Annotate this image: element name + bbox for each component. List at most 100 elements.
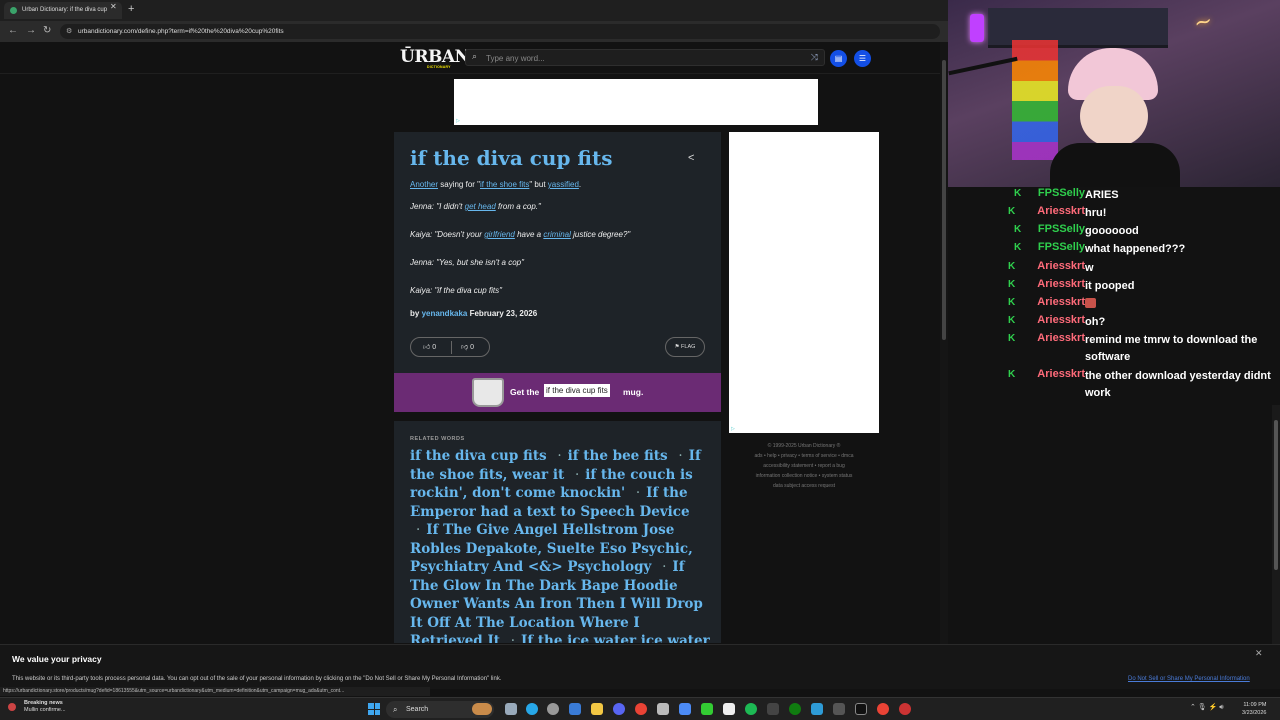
folder-icon[interactable]: [591, 703, 603, 715]
chrome-icon[interactable]: [877, 703, 889, 715]
chat-username[interactable]: Ariesskrt: [1037, 260, 1085, 272]
app-icon[interactable]: [767, 703, 779, 715]
chat-username[interactable]: Ariesskrt: [1037, 314, 1085, 326]
app-icon[interactable]: [569, 703, 581, 715]
author-link[interactable]: yenandkaka: [422, 309, 468, 318]
side-ad-banner[interactable]: ▷: [729, 132, 879, 433]
related-word-link[interactable]: if the diva cup fits: [410, 448, 547, 464]
file-explorer-icon[interactable]: [505, 703, 517, 715]
chat-username[interactable]: Ariesskrt: [1037, 296, 1085, 308]
search-input[interactable]: [486, 52, 786, 64]
chat-username[interactable]: FPSSelly: [1038, 241, 1085, 253]
discord-icon[interactable]: [613, 703, 625, 715]
ad-choices-icon[interactable]: ▷: [731, 426, 735, 432]
meaning-link[interactable]: Another: [410, 180, 438, 189]
site-logo[interactable]: ŪRBAN DICTIONARY: [400, 47, 470, 69]
chat-text: gooooood: [1085, 225, 1139, 237]
widget-image-icon[interactable]: [472, 703, 492, 715]
new-tab-icon[interactable]: +: [128, 3, 134, 15]
notepad-icon[interactable]: [723, 703, 735, 715]
app-icon[interactable]: [833, 703, 845, 715]
chat-text: remind me tmrw to download the software: [1085, 334, 1258, 363]
news-widget[interactable]: Breaking news Mullin confirme...: [8, 700, 66, 714]
ad-choices-icon[interactable]: ▷: [456, 118, 460, 124]
chat-badge-icon: K: [1014, 188, 1022, 199]
random-word-icon[interactable]: ⤨: [811, 52, 818, 63]
chat-username[interactable]: Ariesskrt: [1037, 278, 1085, 290]
reload-icon[interactable]: ↻: [43, 25, 51, 36]
app-icon[interactable]: [855, 703, 867, 715]
footer-links[interactable]: information collection notice • system s…: [729, 471, 879, 481]
chat-username[interactable]: FPSSelly: [1038, 187, 1085, 199]
stream-chat: K FPSSelly ARIES K Ariesskrt hru! K FPSSelly goo…: [948, 187, 1275, 405]
close-tab-icon[interactable]: ✕: [110, 2, 117, 11]
chrome-icon[interactable]: [635, 703, 647, 715]
close-icon[interactable]: ✕: [1255, 648, 1263, 659]
downvote-button[interactable]: 👎︎ 0: [461, 342, 474, 351]
definition-word[interactable]: if the diva cup fits: [410, 146, 612, 170]
mug-promo-banner[interactable]: Get the if the diva cup fits mug.: [394, 373, 721, 412]
chat-username[interactable]: Ariesskrt: [1037, 205, 1085, 217]
chat-text: [1085, 296, 1273, 313]
forward-icon[interactable]: →: [26, 25, 36, 36]
example-line: Jenna: "I didn't get head from a cop.": [410, 202, 710, 230]
chat-username[interactable]: Ariesskrt: [1037, 368, 1085, 380]
taskbar-clock[interactable]: 11:09 PM 3/23/2026: [1242, 701, 1266, 717]
streamer-body: [1050, 143, 1180, 187]
status-bar-url: https://urbandictionary.store/products/m…: [0, 687, 430, 696]
news-title: Breaking news: [24, 700, 63, 706]
do-not-sell-link[interactable]: Do Not Sell or Share My Personal Informa…: [1128, 676, 1250, 682]
footer-links[interactable]: ads • help • privacy • terms of service …: [729, 451, 879, 461]
url-field[interactable]: ⚙ urbandictionary.com/define.php?term=if…: [60, 24, 940, 39]
store-button[interactable]: ▤: [830, 50, 847, 67]
app-icon[interactable]: [657, 703, 669, 715]
logo-subtitle: DICTIONARY: [427, 65, 451, 69]
mug-get-text: Get the: [510, 387, 540, 397]
example-link[interactable]: girlfriend: [484, 230, 515, 239]
downvote-count: 0: [470, 344, 474, 351]
related-word-link[interactable]: if the bee fits: [568, 448, 668, 464]
system-tray[interactable]: ⌃ 🎙︎ ⚡ 🔊︎: [1190, 703, 1224, 712]
footer-links[interactable]: accessibility statement • report a bug: [729, 461, 879, 471]
address-bar: ← → ↻ ⚙ urbandictionary.com/define.php?t…: [0, 21, 948, 42]
meaning-text: saying for ": [438, 180, 480, 189]
example-link[interactable]: get head: [465, 202, 496, 211]
definition-example: Jenna: "I didn't get head from a cop." K…: [410, 202, 710, 314]
share-icon[interactable]: <: [688, 152, 694, 164]
webcam-mic-arm: [948, 56, 1018, 76]
webcam-overlay: ~: [948, 0, 1280, 187]
related-word-link[interactable]: If The Give Angel Hellstrom Jose Robles …: [410, 522, 693, 575]
site-info-icon[interactable]: ⚙: [66, 24, 72, 39]
menu-button[interactable]: ☰: [854, 50, 871, 67]
chat-badge-icon: K: [1008, 333, 1016, 344]
chat-badge-icon: K: [1008, 261, 1016, 272]
page-scrollbar-thumb[interactable]: [942, 60, 946, 340]
webcam-neon-logo: [970, 14, 984, 42]
spotify-icon[interactable]: [745, 703, 757, 715]
chat-scrollbar-thumb[interactable]: [1274, 420, 1278, 570]
meaning-link[interactable]: yassified: [548, 180, 579, 189]
mug-end-text: mug.: [623, 387, 644, 397]
chat-badge-icon: K: [1008, 206, 1016, 217]
calculator-icon[interactable]: [701, 703, 713, 715]
chat-username[interactable]: Ariesskrt: [1037, 332, 1085, 344]
edge-icon[interactable]: [526, 703, 538, 715]
meaning-text: .: [578, 180, 582, 189]
back-icon[interactable]: ←: [8, 25, 18, 36]
upvote-button[interactable]: 👍︎ 0: [423, 342, 436, 351]
browser-tab[interactable]: Urban Dictionary: if the diva cup: [4, 2, 122, 19]
shield-icon[interactable]: [679, 703, 691, 715]
settings-icon[interactable]: [547, 703, 559, 715]
meaning-link[interactable]: if the shoe fits: [480, 180, 529, 189]
windows-start-icon[interactable]: [368, 703, 380, 715]
xbox-icon[interactable]: [789, 703, 801, 715]
flag-button[interactable]: ⚑ FLAG: [665, 337, 705, 357]
windows-taskbar: Breaking news Mullin confirme... ⌕ Searc…: [0, 697, 1280, 720]
example-link[interactable]: criminal: [543, 230, 571, 239]
app-icon[interactable]: [899, 703, 911, 715]
app-icon[interactable]: [811, 703, 823, 715]
vote-divider: [451, 341, 452, 354]
chat-username[interactable]: FPSSelly: [1038, 223, 1085, 235]
top-ad-banner[interactable]: ▷: [454, 79, 818, 125]
footer-links[interactable]: data subject access request: [729, 481, 879, 491]
